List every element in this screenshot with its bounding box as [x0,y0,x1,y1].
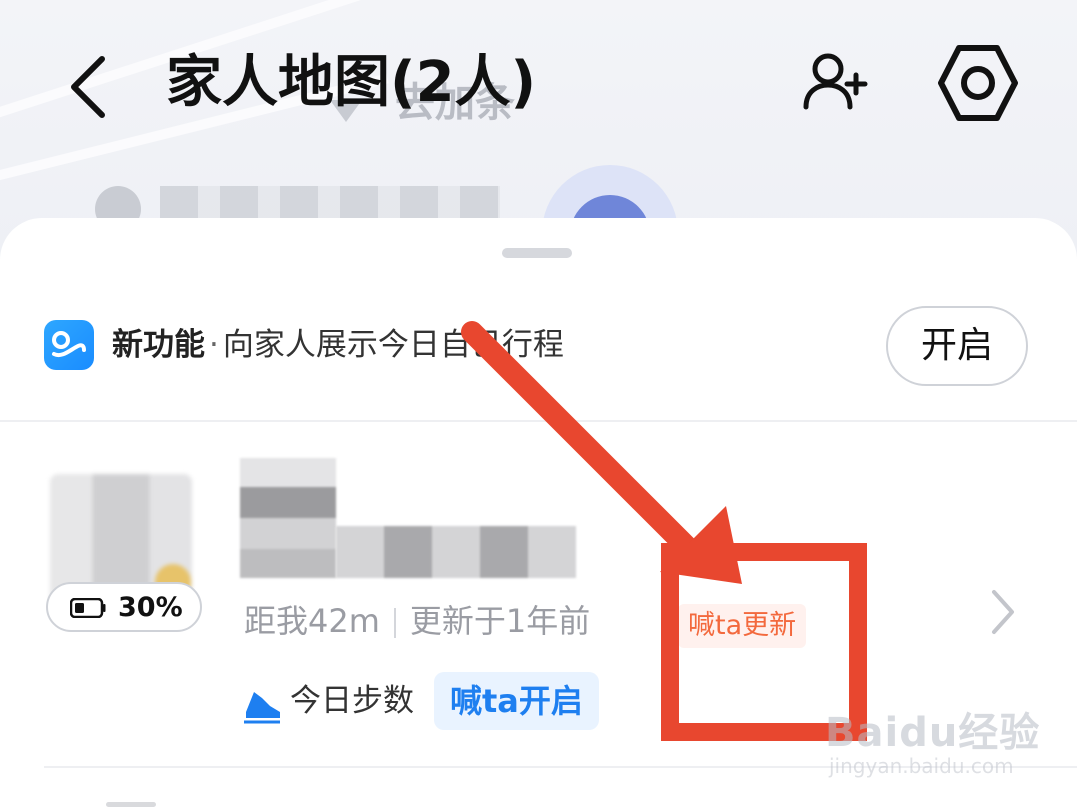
drag-handle[interactable] [502,248,572,258]
next-member-row [106,802,156,807]
battery-icon [70,598,106,618]
watermark-logo: Baidu经验 [825,710,1041,756]
feature-banner: 新功能 · 向家人展示今日自己行程 开启 [0,298,1077,418]
member-info-blurred [336,526,576,578]
distance-text: 距我42m [244,602,380,640]
map-blurred-address [160,186,500,220]
feature-description: 新功能 · 向家人展示今日自己行程 [112,322,564,368]
feature-detail: 向家人展示今日自己行程 [222,327,564,363]
watermark-url: jingyan.baidu.com [829,754,1014,778]
updated-time-text: 更新于1年前 [409,602,591,640]
enable-feature-button[interactable]: 开启 [886,306,1028,386]
battery-percent: 30% [118,592,183,623]
add-person-icon [803,53,868,110]
add-member-button[interactable] [796,45,876,125]
baidu-watermark: Baidu经验 jingyan.baidu.com [825,684,1039,794]
chevron-left-icon [71,56,105,118]
ping-enable-steps-button[interactable]: 喊ta开启 [434,672,599,730]
chevron-right-icon[interactable] [986,582,1018,642]
feature-separator: · [209,327,219,363]
member-name-blurred [240,458,336,578]
top-bar: 家人地图(2人) [0,0,1077,170]
battery-badge: 30% [46,582,202,632]
hexagon-settings-icon [938,45,1018,121]
member-status-line: 距我42m 更新于1年前 [244,598,590,644]
ping-update-button[interactable]: 喊ta更新 [678,604,807,648]
sneaker-icon [240,682,284,726]
settings-button[interactable] [935,40,1021,126]
steps-label: 今日步数 [290,683,414,719]
status-separator [393,608,396,638]
feature-title: 新功能 [112,327,205,363]
back-button[interactable] [60,45,130,125]
page-title: 家人地图(2人) [166,50,537,115]
route-icon [44,320,94,370]
